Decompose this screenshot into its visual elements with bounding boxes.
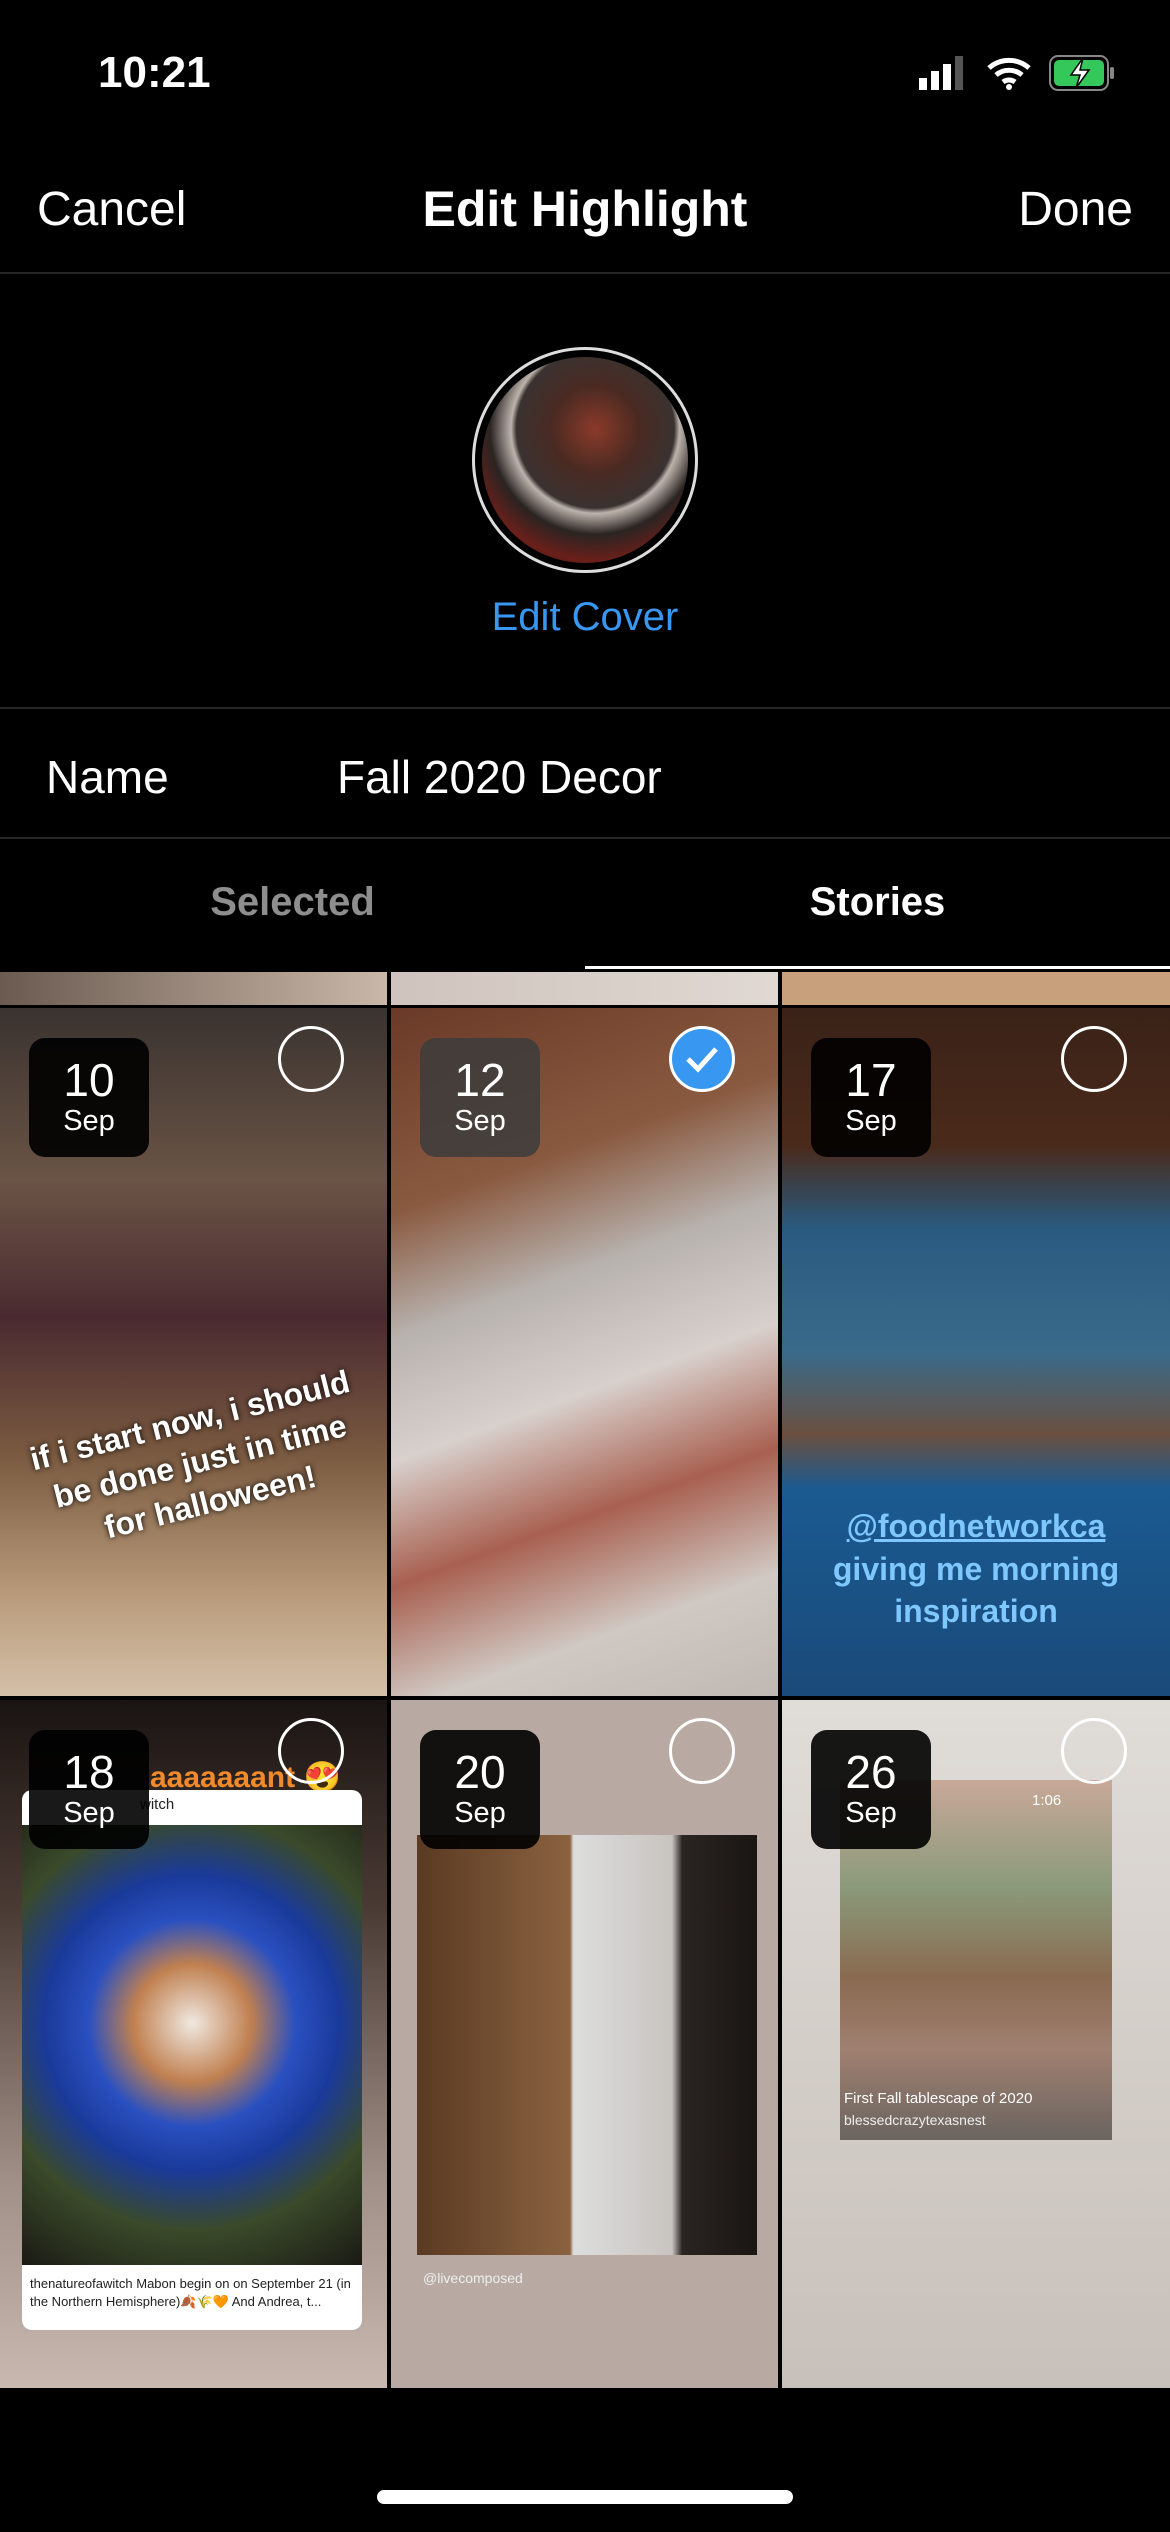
story-thumbnail-partial <box>391 972 778 1005</box>
post-photo <box>22 1825 362 2265</box>
date-day: 20 <box>454 1746 506 1798</box>
date-badge: 12 Sep <box>420 1038 540 1157</box>
story-credit: @livecomposed <box>423 2270 523 2286</box>
name-label: Name <box>46 751 169 803</box>
divider <box>0 837 1170 839</box>
done-button[interactable]: Done <box>1018 182 1133 237</box>
story-tile[interactable]: @livecomposed 20 Sep <box>391 1700 778 2388</box>
select-circle[interactable] <box>1061 1026 1127 1092</box>
date-month: Sep <box>63 1797 115 1829</box>
checkmark-icon <box>686 1047 718 1073</box>
story-caption: if i start now, i should be done just in… <box>26 1363 354 1546</box>
date-month: Sep <box>63 1105 115 1137</box>
date-badge: 26 Sep <box>811 1730 931 1849</box>
divider <box>0 707 1170 709</box>
story-tile[interactable]: 12 Sep <box>391 1008 778 1696</box>
select-circle[interactable] <box>278 1026 344 1092</box>
battery-charging-icon <box>1049 55 1114 91</box>
date-badge: 18 Sep <box>29 1730 149 1849</box>
select-circle[interactable] <box>1061 1718 1127 1784</box>
story-caption: First Fall tablescape of 2020 <box>844 2090 1033 2107</box>
cover-image[interactable] <box>472 347 698 573</box>
story-mention: @foodnetworkca <box>846 1508 1106 1544</box>
divider <box>0 272 1170 274</box>
date-day: 10 <box>63 1054 115 1106</box>
select-checkmark[interactable] <box>669 1026 735 1092</box>
tab-selected[interactable]: Selected <box>0 880 585 925</box>
story-credit: blessedcrazytexasnest <box>844 2112 986 2128</box>
date-day: 26 <box>845 1746 897 1798</box>
date-month: Sep <box>454 1797 506 1829</box>
story-tile[interactable]: 1:06 First Fall tablescape of 2020 bless… <box>782 1700 1170 2388</box>
story-tile[interactable]: 17 Sep @foodnetworkca giving me morning i… <box>782 1008 1170 1696</box>
date-month: Sep <box>454 1105 506 1137</box>
cellular-signal-icon <box>919 56 963 90</box>
home-indicator[interactable] <box>377 2490 793 2504</box>
date-month: Sep <box>845 1105 897 1137</box>
story-tile[interactable]: 10 Sep if i start now, i should be done j… <box>0 1008 387 1696</box>
laundry-photo <box>417 1835 757 2255</box>
wifi-icon <box>987 57 1031 90</box>
story-tile[interactable]: aaaaaaant 😍 witch thenatureofawitch Mabo… <box>0 1700 387 2388</box>
date-badge: 20 Sep <box>420 1730 540 1849</box>
tab-stories[interactable]: Stories <box>585 880 1170 925</box>
date-day: 12 <box>454 1054 506 1106</box>
tab-indicator <box>585 966 1170 969</box>
story-thumbnail-partial <box>0 972 387 1005</box>
cancel-button[interactable]: Cancel <box>37 182 186 237</box>
select-circle[interactable] <box>669 1718 735 1784</box>
post-text: thenatureofawitch Mabon begin on on Sept… <box>22 2265 362 2330</box>
date-month: Sep <box>845 1797 897 1829</box>
story-caption: giving me morning inspiration <box>832 1551 1120 1629</box>
date-badge: 10 Sep <box>29 1038 149 1157</box>
name-input[interactable]: Fall 2020 Decor <box>337 750 662 804</box>
story-thumbnail-partial <box>782 972 1170 1005</box>
select-circle[interactable] <box>278 1718 344 1784</box>
nav-bar: Cancel Edit Highlight Done <box>0 170 1170 270</box>
video-duration: 1:06 <box>1032 1792 1062 1809</box>
edit-cover-link[interactable]: Edit Cover <box>0 595 1170 640</box>
status-time: 10:21 <box>98 48 211 97</box>
status-icons <box>919 55 1115 91</box>
date-day: 17 <box>845 1054 897 1106</box>
date-day: 18 <box>63 1746 115 1798</box>
date-badge: 17 Sep <box>811 1038 931 1157</box>
cover-photo <box>482 357 688 563</box>
